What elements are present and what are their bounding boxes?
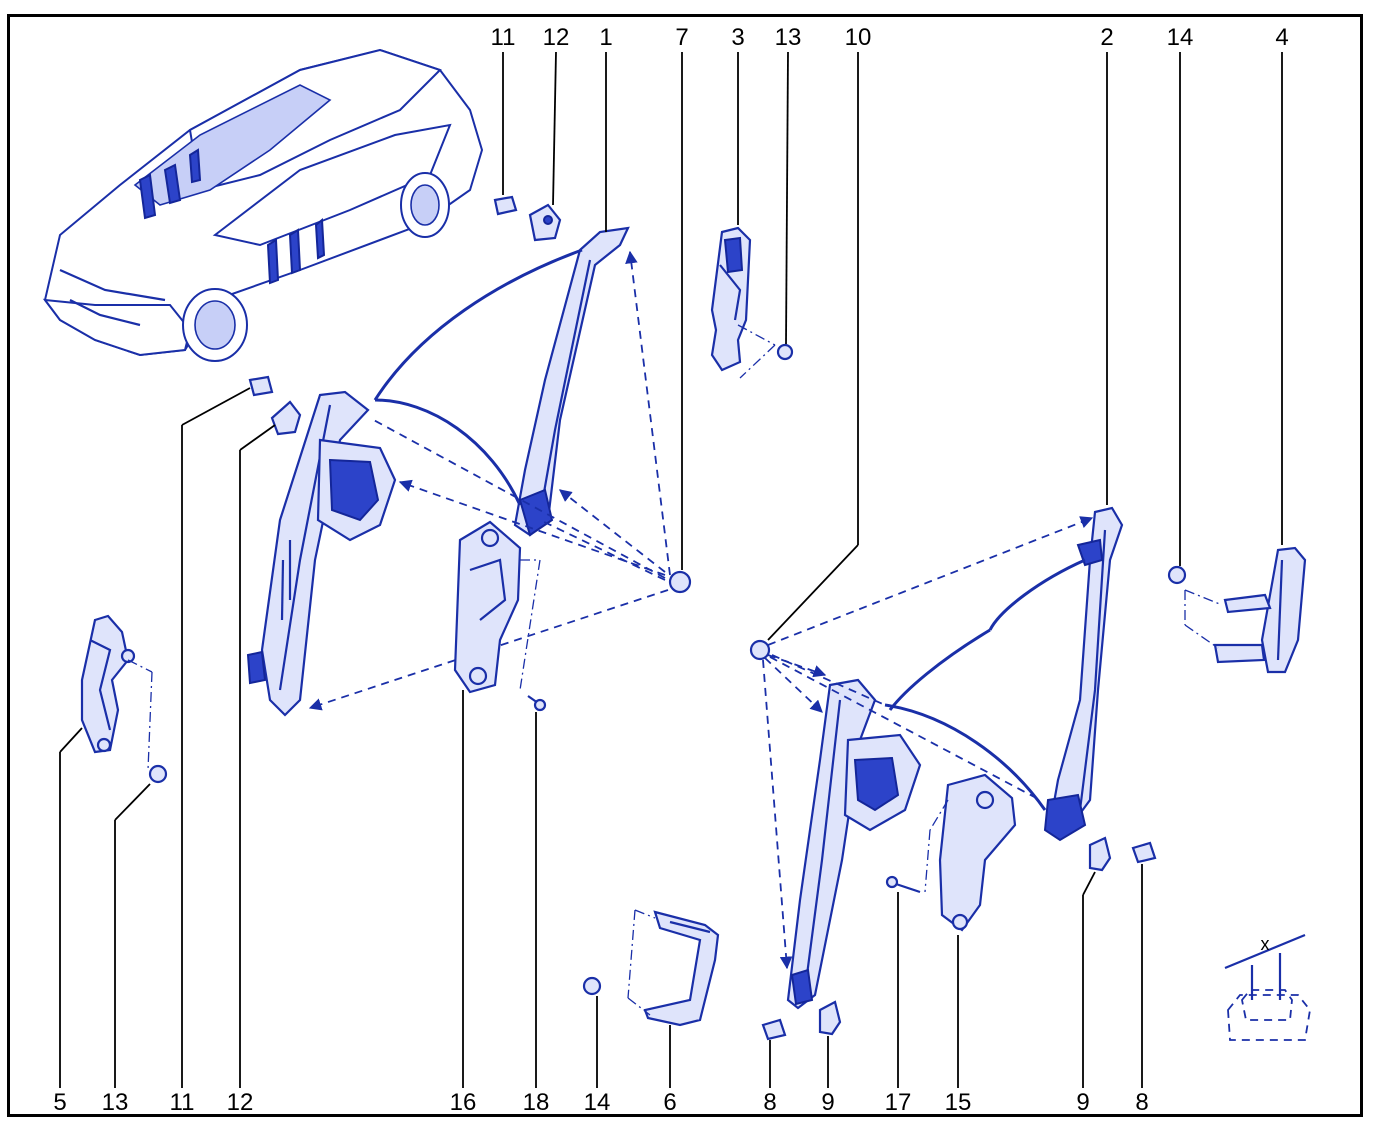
clip-9-right: [1088, 836, 1112, 872]
callout-17: 17: [885, 1089, 912, 1116]
window-regulator-right: [786, 506, 1124, 1010]
callout-11-bottom: 11: [170, 1089, 195, 1116]
rail-6: [582, 909, 720, 1027]
callout-10: 10: [845, 24, 872, 51]
clip-8-bottom: [761, 1018, 787, 1041]
bracket-15: [924, 773, 1017, 932]
clip-12-left: [270, 400, 302, 436]
callout-15: 15: [945, 1089, 972, 1116]
clip-11-left: [248, 375, 274, 397]
window-regulator-front-left: [246, 226, 630, 717]
callout-8-bottom: 8: [763, 1089, 776, 1116]
callout-4: 4: [1275, 24, 1288, 51]
callout-16: 16: [450, 1089, 477, 1116]
callout-3: 3: [731, 24, 744, 51]
nut-13-top: [776, 343, 794, 361]
screw-17: [885, 875, 921, 894]
vehicle-illustration: [42, 48, 484, 362]
callout-13-bottom: 13: [102, 1089, 129, 1116]
nut-14-right: [1167, 565, 1187, 585]
clip-12-top-hole: [543, 215, 553, 225]
callout-5: 5: [53, 1089, 66, 1116]
screw-18: [527, 695, 547, 712]
callout-12-bottom: 12: [227, 1089, 254, 1116]
callout-12-top: 12: [543, 24, 570, 51]
callouts-bottom: 5 13 11 12 16 18 14 6 8 9 17 15 9 8: [53, 387, 1149, 1116]
nut-10: [749, 639, 771, 661]
rail-5: [80, 614, 168, 784]
nut-7: [668, 570, 692, 594]
callout-18: 18: [523, 1089, 550, 1116]
callout-13-top: 13: [775, 24, 802, 51]
exploded-parts-diagram: x 11 12 1 7 3 13 10 2 14 4 5 13 11 12 16…: [42, 24, 1311, 1116]
callout-2: 2: [1100, 24, 1113, 51]
dimension-label: x: [1261, 934, 1270, 954]
callout-1: 1: [599, 24, 612, 51]
rail-4: [1167, 546, 1307, 674]
bracket-16: [453, 520, 541, 694]
nut-14-bottom: [582, 976, 602, 996]
callout-9-bottom: 9: [821, 1089, 834, 1116]
dimension-detail: x: [1224, 933, 1311, 1041]
callout-9-right: 9: [1076, 1089, 1089, 1116]
clip-9-bottom: [818, 1000, 842, 1036]
callout-11-top: 11: [491, 24, 516, 51]
callout-8-right: 8: [1135, 1089, 1148, 1116]
callout-14-top: 14: [1167, 24, 1194, 51]
callout-14-bottom: 14: [584, 1089, 611, 1116]
clip-8-right: [1131, 841, 1157, 864]
callout-6: 6: [663, 1089, 676, 1116]
callout-7: 7: [675, 24, 688, 51]
clip-11-top: [493, 195, 518, 216]
rail-3: [710, 226, 794, 379]
nut-13-left: [148, 764, 168, 784]
